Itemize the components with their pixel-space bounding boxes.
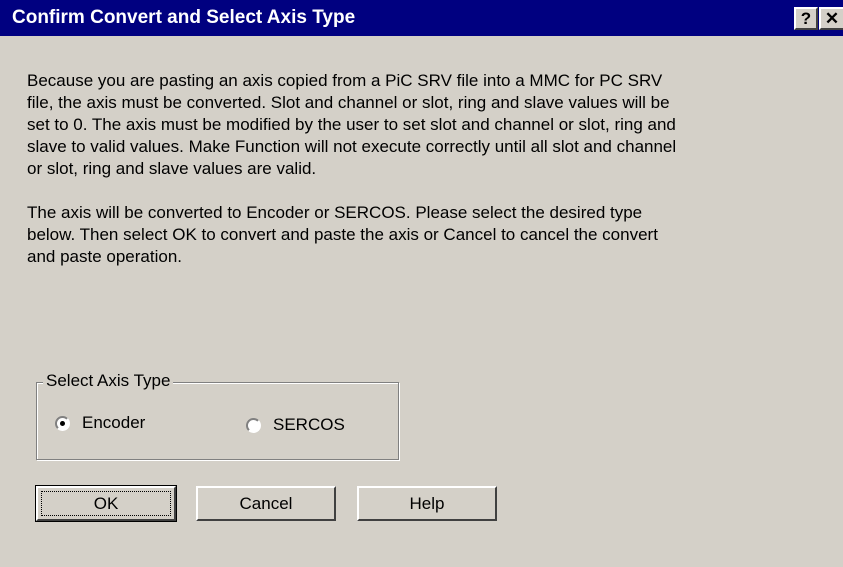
context-help-button[interactable]: ?: [794, 7, 818, 30]
radio-unselected-icon[interactable]: [246, 417, 261, 433]
groupbox-label: Select Axis Type: [43, 371, 174, 391]
confirm-convert-dialog: Confirm Convert and Select Axis Type ? ✕…: [0, 0, 843, 567]
cancel-button[interactable]: Cancel: [196, 486, 336, 521]
sercos-radio-label[interactable]: SERCOS: [273, 415, 345, 435]
axis-type-groupbox: Select Axis Type Encoder SERCOS: [36, 371, 399, 460]
help-button[interactable]: Help: [357, 486, 497, 521]
ok-button[interactable]: OK: [35, 485, 177, 522]
ok-button-label: OK: [41, 491, 171, 516]
message-text: Because you are pasting an axis copied f…: [27, 70, 827, 268]
message-paragraph-1: Because you are pasting an axis copied f…: [27, 71, 677, 178]
encoder-radio-label[interactable]: Encoder: [82, 413, 145, 433]
radio-selected-icon[interactable]: [55, 415, 70, 431]
close-button[interactable]: ✕: [819, 7, 843, 30]
title-bar[interactable]: Confirm Convert and Select Axis Type ? ✕: [0, 0, 843, 36]
encoder-radio[interactable]: Encoder: [55, 413, 145, 433]
window-title: Confirm Convert and Select Axis Type: [12, 7, 356, 28]
close-icon: ✕: [824, 9, 840, 28]
message-paragraph-2: The axis will be converted to Encoder or…: [27, 203, 658, 266]
sercos-radio[interactable]: SERCOS: [246, 415, 345, 435]
question-mark-icon: ?: [800, 9, 812, 28]
